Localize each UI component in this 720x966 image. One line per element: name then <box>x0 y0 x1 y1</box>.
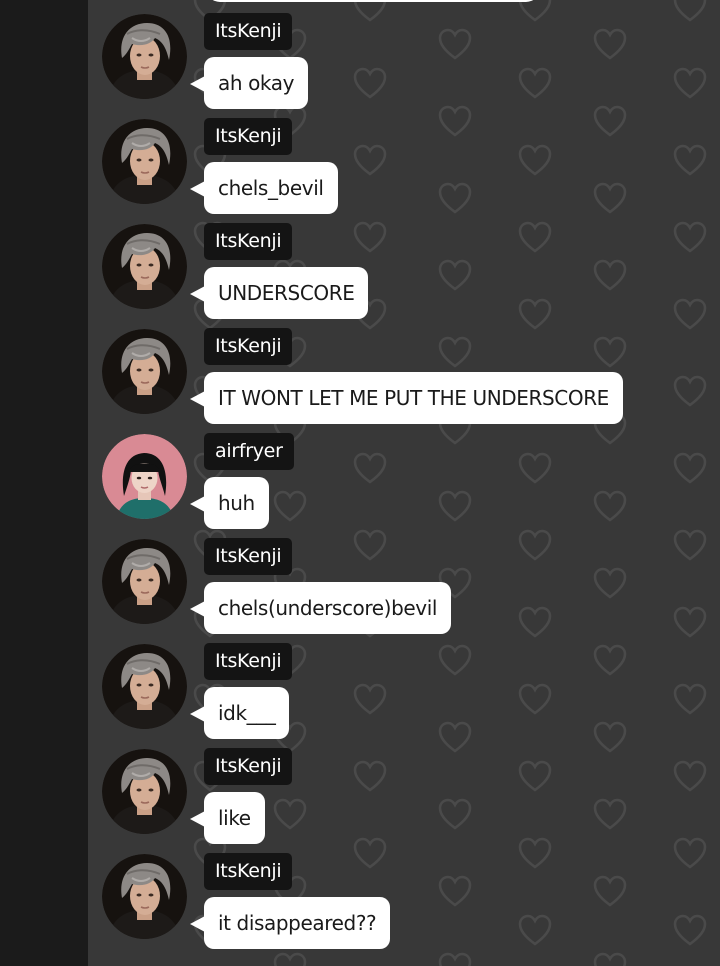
bubble-tail <box>190 496 205 512</box>
itskenji-avatar[interactable] <box>102 224 187 309</box>
message-row-1: ItsKenji ah okay <box>0 0 720 109</box>
bubble-tail <box>190 811 205 827</box>
message-bubble[interactable]: chels_bevil <box>204 162 338 214</box>
username-tag[interactable]: ItsKenji <box>204 13 293 50</box>
message-bubble[interactable]: ah okay <box>204 57 309 109</box>
message-bubble[interactable]: huh <box>204 477 269 529</box>
airfryer-avatar[interactable] <box>102 434 187 519</box>
message-bubble[interactable]: idk___ <box>204 687 290 739</box>
username-tag[interactable]: ItsKenji <box>204 748 293 785</box>
chat-screen: ItsKenji ah okay ItsKenji chels_bevil It… <box>0 0 720 966</box>
username-tag[interactable]: ItsKenji <box>204 538 293 575</box>
message-bubble[interactable]: IT WONT LET ME PUT THE UNDERSCORE <box>204 372 623 424</box>
username-tag[interactable]: ItsKenji <box>204 328 293 365</box>
message-row-8: ItsKenji like <box>0 735 720 844</box>
bubble-tail <box>190 391 205 407</box>
heart-outline-icon <box>593 952 627 966</box>
itskenji-avatar[interactable] <box>102 749 187 834</box>
bubble-tail <box>190 286 205 302</box>
username-tag[interactable]: ItsKenji <box>204 118 293 155</box>
message-row-2: ItsKenji chels_bevil <box>0 105 720 214</box>
bubble-tail <box>190 916 205 932</box>
itskenji-avatar[interactable] <box>102 119 187 204</box>
bubble-tail <box>190 706 205 722</box>
username-tag[interactable]: ItsKenji <box>204 853 293 890</box>
itskenji-avatar[interactable] <box>102 14 187 99</box>
message-bubble[interactable]: chels(underscore)bevil <box>204 582 452 634</box>
itskenji-avatar[interactable] <box>102 329 187 414</box>
message-row-4: ItsKenji IT WONT LET ME PUT THE UNDERSCO… <box>0 315 720 424</box>
message-row-5: airfryer huh <box>0 420 720 529</box>
itskenji-avatar[interactable] <box>102 854 187 939</box>
username-tag[interactable]: airfryer <box>204 433 294 470</box>
bubble-tail <box>190 181 205 197</box>
heart-outline-icon <box>438 952 472 966</box>
heart-outline-icon <box>273 952 307 966</box>
username-tag[interactable]: ItsKenji <box>204 223 293 260</box>
username-tag[interactable]: ItsKenji <box>204 643 293 680</box>
message-row-6: ItsKenji chels(underscore)bevil <box>0 525 720 634</box>
message-row-7: ItsKenji idk___ <box>0 630 720 739</box>
bubble-tail <box>190 601 205 617</box>
message-bubble[interactable]: like <box>204 792 265 844</box>
message-bubble[interactable]: UNDERSCORE <box>204 267 369 319</box>
itskenji-avatar[interactable] <box>102 539 187 624</box>
bubble-tail <box>190 76 205 92</box>
message-bubble[interactable]: it disappeared?? <box>204 897 391 949</box>
itskenji-avatar[interactable] <box>102 644 187 729</box>
message-row-9: ItsKenji it disappeared?? <box>0 840 720 949</box>
message-row-3: ItsKenji UNDERSCORE <box>0 210 720 319</box>
